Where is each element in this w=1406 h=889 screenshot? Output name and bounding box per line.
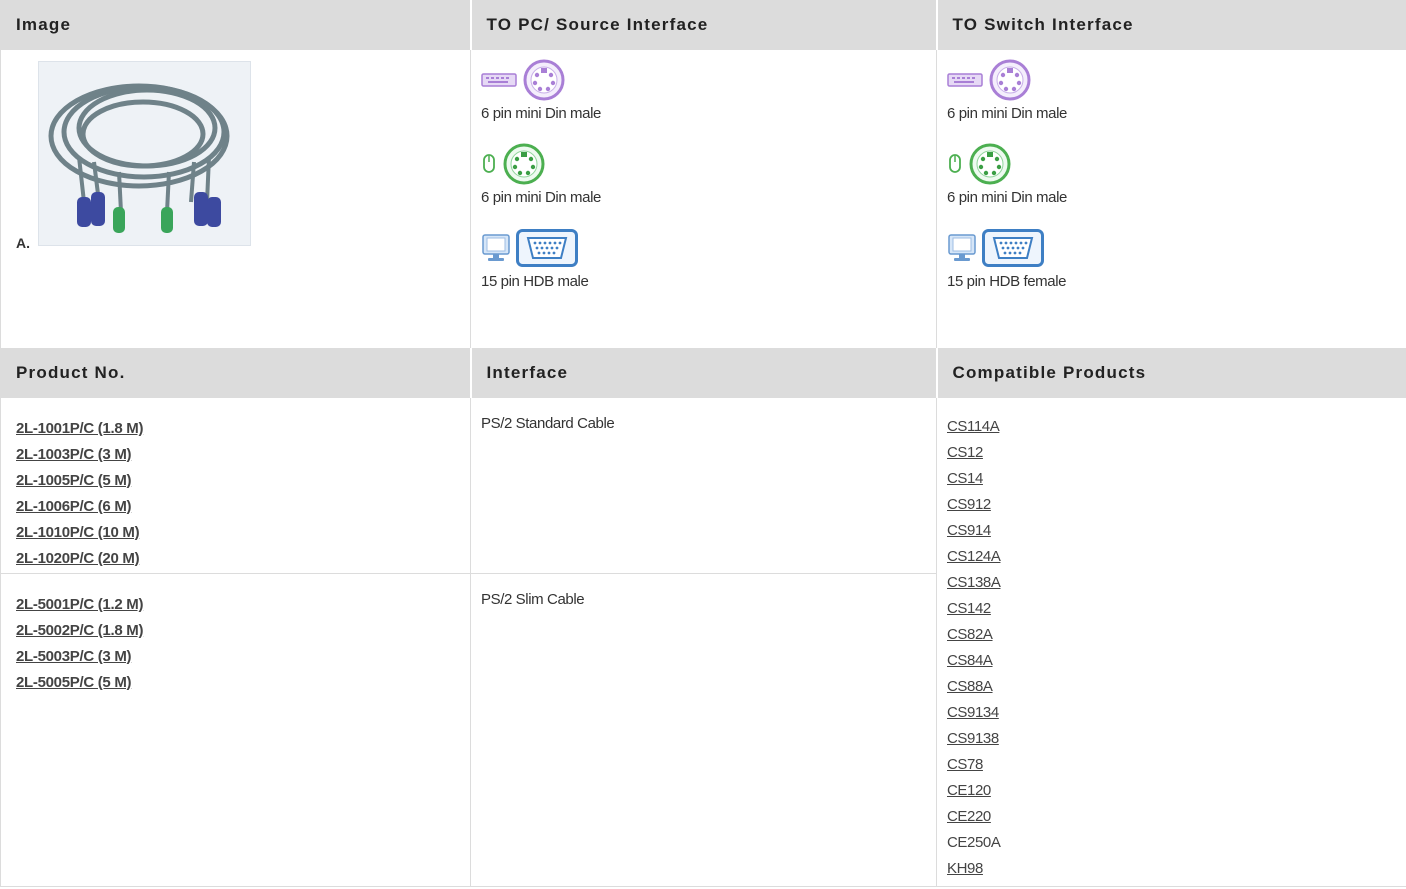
compatible-product-link[interactable]: CS138A xyxy=(947,570,1406,596)
vga-connector-icon xyxy=(516,228,578,272)
image-cell: A. xyxy=(0,49,471,349)
compatible-product-link[interactable]: CS912 xyxy=(947,492,1406,518)
product-list-cell: 2L-1001P/C (1.8 M) 2L-1003P/C (3 M) 2L-100… xyxy=(0,397,471,574)
product-link[interactable]: 2L-1001P/C (1.8 M) xyxy=(16,416,470,442)
to-pc-port-list: 6 pin mini Din male 6 pin mini Din male 15… xyxy=(481,59,936,290)
product-link[interactable]: 2L-5002P/C (1.8 M) xyxy=(16,618,470,644)
port-group: 6 pin mini Din male xyxy=(481,143,936,206)
compatible-product-link[interactable]: CS9138 xyxy=(947,726,1406,752)
port-icons xyxy=(481,59,936,102)
compatible-product-link[interactable]: CS12 xyxy=(947,440,1406,466)
keyboard-icon xyxy=(481,72,517,93)
ps2-purple-connector-icon xyxy=(522,58,566,107)
header-row-ports: Image TO PC/ Source Interface TO Switch … xyxy=(0,0,1406,50)
header-interface: Interface xyxy=(470,348,938,398)
port-label: 15 pin HDB female xyxy=(947,273,1067,290)
product-group-row: 2L-1001P/C (1.8 M) 2L-1003P/C (3 M) 2L-100… xyxy=(0,397,1406,887)
compatible-product-link[interactable]: CS9134 xyxy=(947,700,1406,726)
header-image: Image xyxy=(0,0,472,50)
port-label: 6 pin mini Din male xyxy=(947,189,1067,206)
product-list: 2L-1001P/C (1.8 M) 2L-1003P/C (3 M) 2L-100… xyxy=(16,416,470,572)
port-label: 15 pin HDB male xyxy=(481,273,589,290)
product-spec-table: Image TO PC/ Source Interface TO Switch … xyxy=(0,0,1406,887)
header-to-pc: TO PC/ Source Interface xyxy=(470,0,938,50)
interface-cell: PS/2 Slim Cable xyxy=(470,573,937,887)
product-link[interactable]: 2L-5001P/C (1.2 M) xyxy=(16,592,470,618)
compatible-product-link[interactable]: CS88A xyxy=(947,674,1406,700)
image-label: A. xyxy=(16,235,30,251)
port-icons xyxy=(481,228,936,272)
compatible-product-link[interactable]: CS914 xyxy=(947,518,1406,544)
monitor-icon xyxy=(481,233,511,268)
header-to-switch: TO Switch Interface xyxy=(936,0,1406,50)
to-switch-cell: 6 pin mini Din male 6 pin mini Din male 15… xyxy=(936,49,1406,349)
port-label: 6 pin mini Din male xyxy=(481,105,601,122)
vga-connector-icon xyxy=(982,228,1044,272)
compatible-product-link[interactable]: CS78 xyxy=(947,752,1406,778)
compatible-list: CS114A CS12 CS14 CS912 CS914 CS124A CS138A CS14… xyxy=(947,414,1406,882)
compatible-product-link[interactable]: CS114A xyxy=(947,414,1406,440)
compatible-cell: CS114A CS12 CS14 CS912 CS914 CS124A CS138A CS14… xyxy=(936,397,1406,887)
product-link[interactable]: 2L-1003P/C (3 M) xyxy=(16,442,470,468)
monitor-icon xyxy=(947,233,977,268)
to-switch-port-list: 6 pin mini Din male 6 pin mini Din male 15… xyxy=(947,59,1406,290)
product-list: 2L-5001P/C (1.2 M) 2L-5002P/C (1.8 M) 2L-5… xyxy=(16,592,470,696)
ps2-green-connector-icon xyxy=(968,142,1012,191)
product-link[interactable]: 2L-1005P/C (5 M) xyxy=(16,468,470,494)
port-group: 6 pin mini Din male xyxy=(947,59,1406,122)
mouse-icon xyxy=(947,153,963,180)
compatible-product-text: CE250A xyxy=(947,834,1001,851)
to-pc-cell: 6 pin mini Din male 6 pin mini Din male 15… xyxy=(470,49,937,349)
product-link[interactable]: 2L-1020P/C (20 M) xyxy=(16,546,470,572)
port-label: 6 pin mini Din male xyxy=(947,105,1067,122)
ps2-purple-connector-icon xyxy=(988,58,1032,107)
compatible-product-link[interactable]: CS142 xyxy=(947,596,1406,622)
header-row-products: Product No. Interface Compatible Product… xyxy=(0,348,1406,398)
port-group: 15 pin HDB male xyxy=(481,228,936,290)
product-link[interactable]: 2L-5003P/C (3 M) xyxy=(16,644,470,670)
cable-product-image xyxy=(38,61,251,246)
mouse-icon xyxy=(481,153,497,180)
port-icons xyxy=(481,143,936,186)
port-group: 6 pin mini Din male xyxy=(947,143,1406,206)
port-icons xyxy=(947,143,1406,186)
ports-row: A. 6 pin mini Din male 6 pin mini Din ma… xyxy=(0,49,1406,349)
compatible-product-link[interactable]: CS14 xyxy=(947,466,1406,492)
product-list-cell: 2L-5001P/C (1.2 M) 2L-5002P/C (1.8 M) 2L-5… xyxy=(0,573,471,887)
header-product-no: Product No. xyxy=(0,348,472,398)
port-icons xyxy=(947,59,1406,102)
product-link[interactable]: 2L-1010P/C (10 M) xyxy=(16,520,470,546)
interface-cell: PS/2 Standard Cable xyxy=(470,397,937,574)
port-group: 15 pin HDB female xyxy=(947,228,1406,290)
port-label: 6 pin mini Din male xyxy=(481,189,601,206)
compatible-product-link[interactable]: CS82A xyxy=(947,622,1406,648)
compatible-product-link[interactable]: CE120 xyxy=(947,778,1406,804)
compatible-product-link[interactable]: CE220 xyxy=(947,804,1406,830)
compatible-product-link[interactable]: CS124A xyxy=(947,544,1406,570)
port-icons xyxy=(947,228,1406,272)
compatible-product-link[interactable]: CS84A xyxy=(947,648,1406,674)
port-group: 6 pin mini Din male xyxy=(481,59,936,122)
compatible-product-link[interactable]: KH98 xyxy=(947,856,1406,882)
ps2-green-connector-icon xyxy=(502,142,546,191)
header-compatible: Compatible Products xyxy=(936,348,1406,398)
keyboard-icon xyxy=(947,72,983,93)
product-link[interactable]: 2L-5005P/C (5 M) xyxy=(16,670,470,696)
product-link[interactable]: 2L-1006P/C (6 M) xyxy=(16,494,470,520)
